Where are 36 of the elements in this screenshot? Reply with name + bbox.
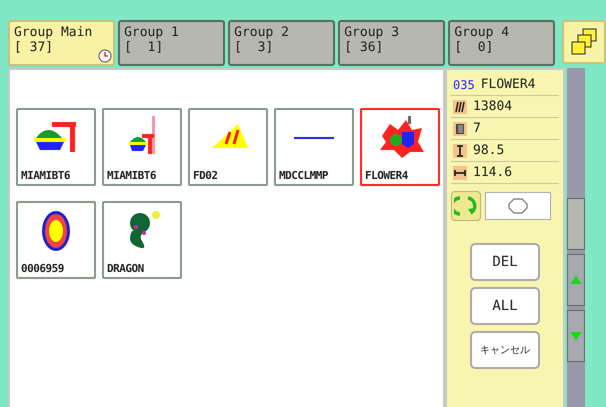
info-value: 98.5 xyxy=(473,143,504,158)
octagon-frame-icon xyxy=(508,198,528,214)
stitch-count-icon xyxy=(453,100,467,114)
thread-spool-icon xyxy=(453,122,467,136)
scroll-thumb[interactable] xyxy=(567,198,585,250)
group-tab[interactable]: Group 1 [ 1] xyxy=(118,20,226,66)
design-number: 035 xyxy=(453,78,475,92)
design-tile[interactable]: DRAGON xyxy=(102,201,182,279)
group-switch-button[interactable] xyxy=(562,20,606,64)
action-button[interactable]: DEL xyxy=(470,243,540,281)
design-tile[interactable]: FLOWER4 xyxy=(360,108,440,186)
scroll-up-button[interactable] xyxy=(567,254,585,306)
rotate-arrows-icon xyxy=(454,194,478,218)
design-tile[interactable]: MIAMIBT6 xyxy=(16,108,96,186)
group-tab[interactable]: Group 2 [ 3] xyxy=(228,20,336,66)
scroll-down-button[interactable] xyxy=(567,310,585,362)
up-arrow-icon xyxy=(570,276,582,284)
info-value: 13804 xyxy=(473,99,512,114)
action-button[interactable]: キャンセル xyxy=(470,331,540,369)
design-tile[interactable]: MIAMIBT6 xyxy=(102,108,182,186)
stacked-squares-icon xyxy=(569,27,600,57)
action-button[interactable]: ALL xyxy=(470,287,540,325)
height-icon xyxy=(453,144,467,158)
info-value: 114.6 xyxy=(473,165,512,180)
down-arrow-icon xyxy=(570,332,582,340)
design-name: FLOWER4 xyxy=(480,77,536,92)
width-icon xyxy=(453,166,467,180)
scrollbar[interactable] xyxy=(567,68,585,407)
group-tab[interactable]: Group 3 [ 36] xyxy=(338,20,446,66)
rotate-button[interactable] xyxy=(451,191,481,221)
group-tab[interactable]: Group 4 [ 0] xyxy=(448,20,556,66)
design-tile[interactable]: 0006959 xyxy=(16,201,96,279)
design-tile[interactable]: MDCCLMMP xyxy=(274,108,354,186)
group-tab[interactable]: Group Main [ 37] xyxy=(8,20,116,66)
info-value: 7 xyxy=(473,121,481,136)
design-tile[interactable]: FD02 xyxy=(188,108,268,186)
